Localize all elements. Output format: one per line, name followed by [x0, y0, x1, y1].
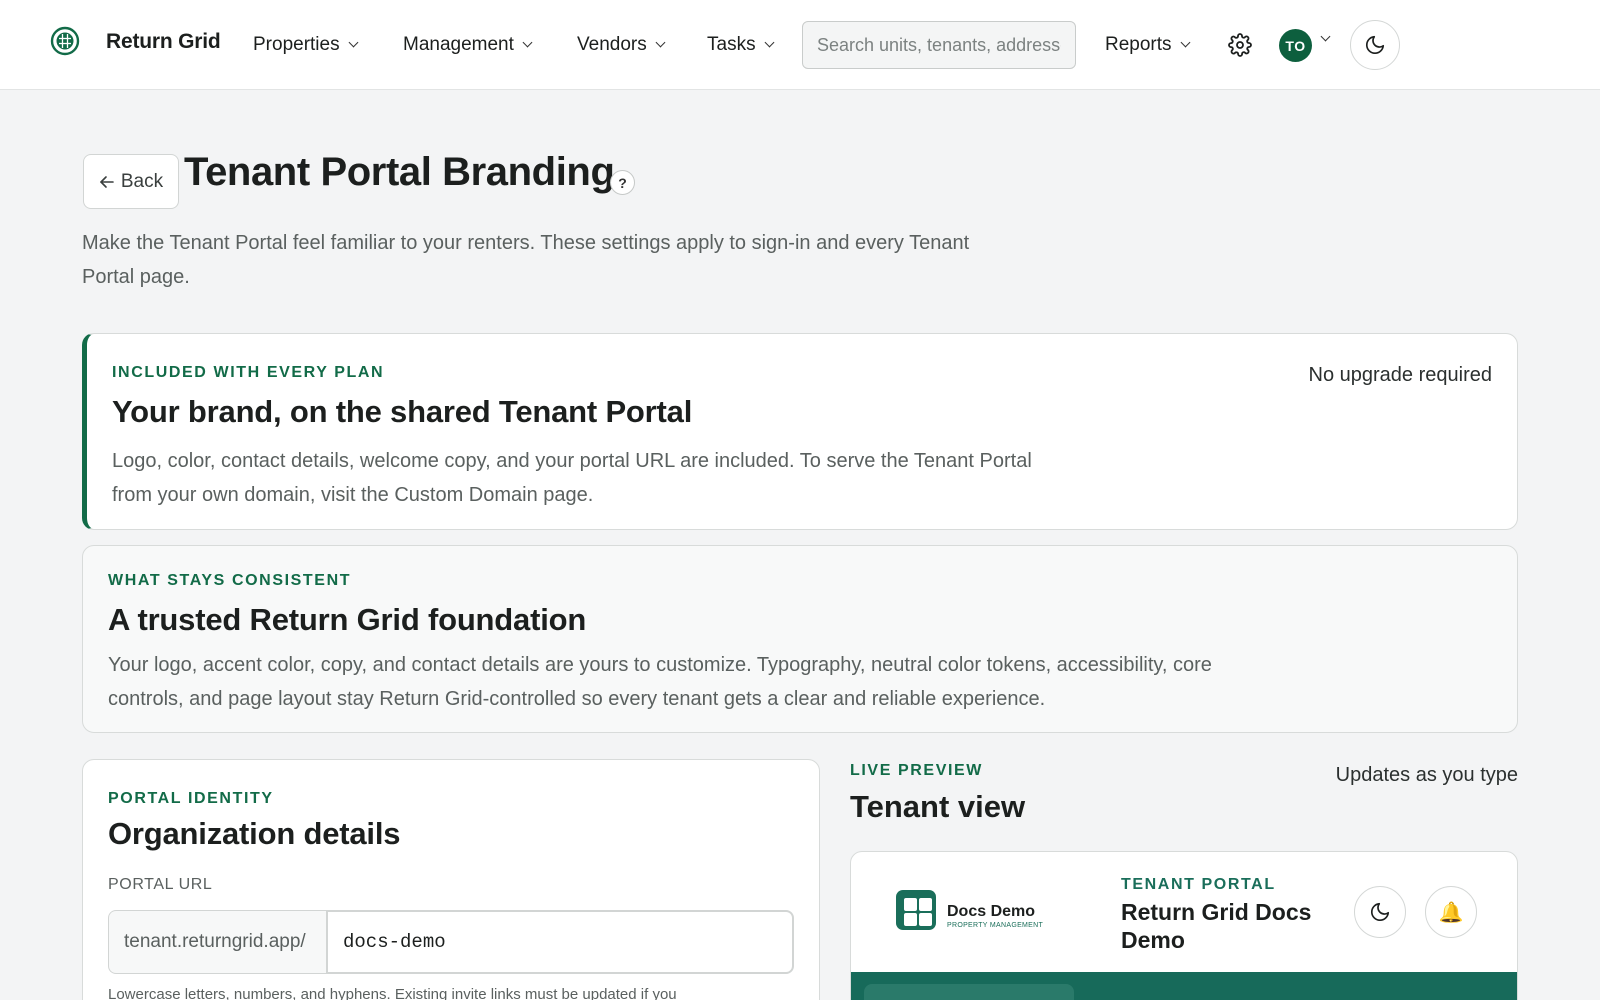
portal-url-label: PORTAL URL [108, 876, 213, 893]
nav-reports[interactable]: Reports [1105, 34, 1190, 56]
consistency-card-eyebrow: WHAT STAYS CONSISTENT [108, 572, 352, 589]
chevron-down-icon [1180, 37, 1190, 48]
gear-icon[interactable] [1228, 33, 1252, 57]
user-avatar[interactable]: TO [1279, 29, 1312, 62]
portal-url-prefix: tenant.returngrid.app/ [108, 910, 326, 974]
plan-card: INCLUDED WITH EVERY PLAN Your brand, on … [82, 333, 1518, 530]
portal-url-help: Lowercase letters, numbers, and hyphens.… [108, 986, 677, 1000]
search-input[interactable] [802, 21, 1076, 69]
nav-tasks[interactable]: Tasks [707, 34, 775, 56]
plan-card-note: No upgrade required [1308, 364, 1492, 386]
back-button[interactable]: Back [83, 154, 179, 209]
bell-icon: 🔔 [1438, 901, 1464, 924]
moon-icon [1370, 902, 1390, 922]
preview-nav-pill [864, 984, 1074, 1000]
top-navigation: Return Grid Properties Management Vendor… [0, 0, 1600, 90]
nav-properties-label: Properties [253, 34, 340, 55]
chevron-down-icon [764, 37, 775, 48]
identity-card-title: Organization details [108, 816, 401, 851]
preview-org-tagline: PROPERTY MANAGEMENT [947, 922, 1044, 929]
help-icon[interactable]: ? [610, 170, 635, 195]
page-subtitle: Make the Tenant Portal feel familiar to … [82, 232, 970, 288]
nav-vendors[interactable]: Vendors [577, 34, 666, 56]
nav-management-label: Management [403, 34, 514, 55]
nav-management[interactable]: Management [403, 34, 533, 56]
brand-logo-icon[interactable] [50, 26, 80, 56]
chevron-down-icon [655, 37, 666, 48]
preview-note: Updates as you type [1335, 764, 1518, 786]
identity-card-eyebrow: PORTAL IDENTITY [108, 790, 274, 807]
tenant-preview-card: Docs Demo PROPERTY MANAGEMENT TENANT POR… [850, 851, 1518, 1000]
nav-tasks-label: Tasks [707, 34, 756, 55]
org-logo-icon [896, 890, 936, 930]
moon-icon [1365, 35, 1385, 55]
preview-nav-bar [851, 972, 1517, 1000]
nav-vendors-label: Vendors [577, 34, 647, 55]
preview-eyebrow: LIVE PREVIEW [850, 762, 983, 779]
plan-card-title: Your brand, on the shared Tenant Portal [112, 394, 693, 429]
back-button-label: Back [120, 170, 164, 192]
preview-notifications-button[interactable]: 🔔 [1425, 886, 1477, 938]
arrow-left-icon [100, 175, 114, 188]
chevron-down-icon [522, 37, 533, 48]
preview-theme-button[interactable] [1354, 886, 1406, 938]
preview-title: Tenant view [850, 789, 1026, 824]
nav-reports-label: Reports [1105, 34, 1172, 55]
chevron-down-icon[interactable] [1320, 31, 1331, 42]
consistency-card: WHAT STAYS CONSISTENT A trusted Return G… [82, 545, 1518, 733]
nav-properties[interactable]: Properties [253, 34, 359, 56]
preview-portal-eyebrow: TENANT PORTAL [1121, 876, 1276, 893]
theme-toggle-button[interactable] [1350, 20, 1400, 70]
preview-org-name: Docs Demo [947, 903, 1036, 920]
consistency-card-title: A trusted Return Grid foundation [108, 602, 587, 637]
plan-card-eyebrow: INCLUDED WITH EVERY PLAN [112, 364, 385, 381]
preview-portal-title: Return Grid Docs Demo [1121, 899, 1312, 953]
plan-card-body: Logo, color, contact details, welcome co… [112, 450, 1032, 506]
page-title: Tenant Portal Branding [184, 150, 615, 194]
chevron-down-icon [348, 37, 359, 48]
consistency-card-body: Your logo, accent color, copy, and conta… [108, 654, 1212, 710]
brand-name[interactable]: Return Grid [106, 30, 221, 54]
portal-url-field: tenant.returngrid.app/ [108, 910, 794, 974]
organization-details-card: PORTAL IDENTITY Organization details POR… [82, 759, 820, 1000]
portal-url-input[interactable] [326, 910, 794, 974]
